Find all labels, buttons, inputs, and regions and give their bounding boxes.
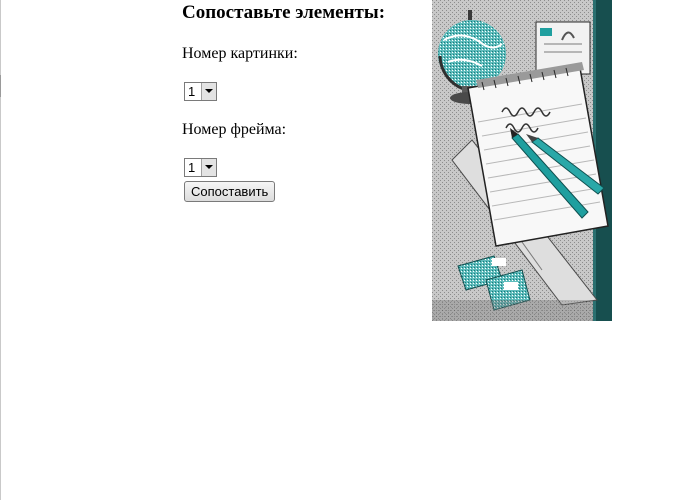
picture-number-value: 1 xyxy=(188,84,196,99)
illustration-svg xyxy=(432,0,612,321)
frame-number-value: 1 xyxy=(188,160,196,175)
picture-number-select[interactable]: 1 xyxy=(184,82,217,101)
page: Сопоставьте элементы: Номер картинки: 1 … xyxy=(0,0,700,500)
match-button[interactable]: Сопоставить xyxy=(184,181,276,202)
chevron-down-icon[interactable] xyxy=(201,159,216,176)
picture-number-label: Номер картинки: xyxy=(182,45,298,62)
school-supplies-illustration xyxy=(432,0,612,321)
page-title: Сопоставьте элементы: xyxy=(182,2,386,23)
frame-number-select[interactable]: 1 xyxy=(184,158,217,177)
left-frame-marker xyxy=(0,75,1,97)
chevron-down-icon[interactable] xyxy=(201,83,216,100)
frame-number-label: Номер фрейма: xyxy=(182,121,287,138)
